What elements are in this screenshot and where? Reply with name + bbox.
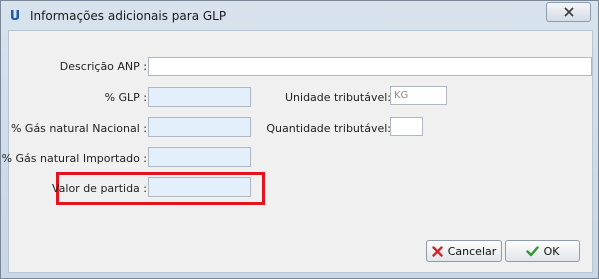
- gas-importado-input[interactable]: [148, 147, 251, 167]
- descricao-anp-input[interactable]: [148, 57, 592, 76]
- valor-partida-label: Valor de partida :: [51, 182, 147, 195]
- valor-partida-input[interactable]: [148, 177, 251, 197]
- cancel-button[interactable]: Cancelar: [426, 240, 502, 262]
- checkmark-icon: [525, 245, 539, 256]
- gas-nacional-label: % Gás natural Nacional :: [10, 122, 147, 135]
- title-bar: Informações adicionais para GLP: [1, 1, 598, 29]
- unidade-tributavel-label: Unidade tributável:: [285, 91, 391, 104]
- cancel-button-label: Cancelar: [447, 244, 497, 258]
- descricao-anp-label: Descrição ANP :: [59, 60, 147, 73]
- quantidade-tributavel-input[interactable]: [390, 117, 423, 136]
- x-icon: [432, 245, 443, 257]
- quantidade-tributavel-label: Quantidade tributável:: [266, 122, 391, 135]
- gas-nacional-input[interactable]: [148, 117, 251, 137]
- close-icon: [563, 7, 574, 17]
- ok-button[interactable]: OK: [505, 240, 580, 262]
- close-button[interactable]: [546, 2, 591, 22]
- dialog-body: Descrição ANP : % GLP : Unidade tributáv…: [2, 30, 593, 273]
- dialog-window: Informações adicionais para GLP Descriçã…: [0, 0, 599, 279]
- gas-importado-label: % Gás natural Importado :: [1, 152, 147, 165]
- ok-button-label: OK: [543, 244, 560, 258]
- unidade-tributavel-input[interactable]: [390, 86, 447, 105]
- glp-label: % GLP :: [104, 91, 147, 104]
- app-logo-icon: [11, 10, 19, 20]
- window-title: Informações adicionais para GLP: [30, 9, 227, 23]
- glp-input[interactable]: [148, 87, 251, 107]
